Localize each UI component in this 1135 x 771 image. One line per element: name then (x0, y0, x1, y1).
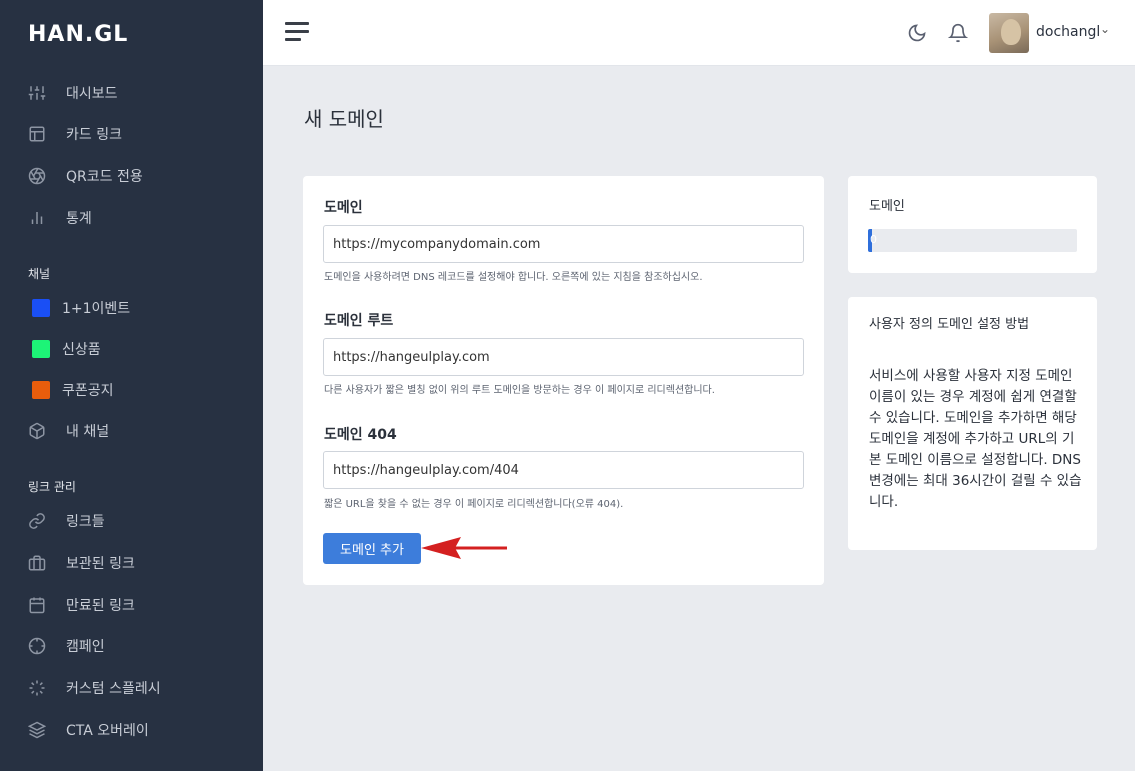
sidebar-item-campaign[interactable]: 캠페인 (28, 631, 105, 661)
domain-help-text: 도메인을 사용하려면 DNS 레코드를 설정해야 합니다. 오른쪽에 있는 지침… (324, 272, 703, 283)
channel-color-swatch (32, 381, 50, 399)
help-card-title: 사용자 정의 도메인 설정 방법 (869, 317, 1030, 332)
box-icon (28, 421, 54, 441)
progress-text: 0 (870, 233, 877, 246)
channel-color-swatch (32, 340, 50, 358)
bell-icon[interactable] (947, 23, 969, 43)
menu-toggle-icon[interactable] (285, 22, 309, 42)
sidebar-item-cta[interactable]: CTA 오버레이 (28, 715, 149, 745)
annotation-arrow-icon (421, 537, 507, 559)
section-label-links: 링크 관리 (28, 480, 76, 494)
domain-label: 도메인 (324, 200, 363, 216)
sidebar-item-splash[interactable]: 커스텀 스플레시 (28, 673, 161, 703)
sidebar-item-archived[interactable]: 보관된 링크 (28, 548, 135, 578)
add-domain-button[interactable]: 도메인 추가 (323, 533, 421, 564)
section-label-channels: 채널 (28, 267, 51, 281)
sidebar-channel-event[interactable]: 1+1이벤트 (28, 293, 130, 323)
sidebar-item-qr[interactable]: QR코드 전용 (28, 161, 143, 191)
sidebar-item-label: 1+1이벤트 (62, 301, 131, 317)
sliders-icon (28, 83, 54, 103)
page-title: 새 도메인 (304, 107, 384, 131)
sidebar-item-card-link[interactable]: 카드 링크 (28, 119, 122, 149)
domain-root-help-text: 다른 사용자가 짧은 별칭 없이 위의 루트 도메인을 방문하는 경우 이 페이… (324, 385, 715, 396)
loader-icon (28, 678, 54, 698)
domain-help-card: 사용자 정의 도메인 설정 방법 서비스에 사용할 사용자 지정 도메인 이름이… (848, 297, 1097, 550)
sidebar-item-label: 카드 링크 (66, 127, 122, 143)
sidebar-item-links[interactable]: 링크들 (28, 506, 105, 536)
domain-404-help-text: 짧은 URL을 찾을 수 없는 경우 이 페이지로 리디렉션합니다(오류 404… (324, 499, 624, 510)
sidebar-item-label: 신상품 (62, 342, 101, 358)
calendar-icon (28, 595, 54, 615)
bar-chart-icon (28, 208, 54, 228)
domain-404-input[interactable] (323, 451, 804, 489)
sidebar-item-my-channel[interactable]: 내 채널 (28, 416, 109, 446)
sidebar-item-label: 링크들 (66, 514, 105, 530)
sidebar-channel-new-product[interactable]: 신상품 (28, 334, 101, 364)
sidebar-item-label: 만료된 링크 (66, 598, 135, 614)
sidebar-item-label: 통계 (66, 211, 92, 227)
sidebar-item-label: QR코드 전용 (66, 169, 143, 185)
domain-input[interactable] (323, 225, 804, 263)
crosshair-icon (28, 636, 54, 656)
domain-404-label: 도메인 404 (324, 427, 397, 443)
brand-logo[interactable]: HAN.GL (28, 22, 128, 47)
sidebar-item-stats[interactable]: 통계 (28, 203, 92, 233)
domain-progress-bar: 0 (868, 229, 1077, 252)
new-domain-form: 도메인 도메인을 사용하려면 DNS 레코드를 설정해야 합니다. 오른쪽에 있… (303, 176, 824, 585)
domain-root-input[interactable] (323, 338, 804, 376)
sidebar-channel-coupon[interactable]: 쿠폰공지 (28, 375, 114, 405)
briefcase-icon (28, 553, 54, 573)
sidebar: HAN.GL 대시보드 카드 링크 QR코드 전용 통계 채널 1+1이벤트 신… (0, 0, 263, 771)
sidebar-item-label: 보관된 링크 (66, 556, 135, 572)
sidebar-item-label: 대시보드 (66, 86, 118, 102)
avatar[interactable] (989, 13, 1029, 53)
sidebar-item-label: 내 채널 (66, 424, 110, 440)
sidebar-item-label: 쿠폰공지 (62, 383, 114, 399)
sidebar-item-dashboard[interactable]: 대시보드 (28, 78, 118, 108)
domain-preview-card: 도메인 0 (848, 176, 1097, 273)
domain-root-label: 도메인 루트 (324, 313, 394, 329)
sidebar-item-label: CTA 오버레이 (66, 723, 149, 739)
help-card-body: 서비스에 사용할 사용자 지정 도메인 이름이 있는 경우 계정에 쉽게 연결할… (869, 368, 1082, 510)
domain-card-title: 도메인 (869, 199, 905, 214)
sidebar-item-label: 커스텀 스플레시 (66, 681, 161, 697)
sidebar-item-expired[interactable]: 만료된 링크 (28, 590, 135, 620)
aperture-icon (28, 166, 54, 186)
link-icon (28, 511, 54, 531)
user-name[interactable]: dochangl (1036, 24, 1100, 40)
chevron-down-icon[interactable]: ⌄ (1100, 22, 1110, 36)
top-header: dochangl ⌄ (263, 0, 1135, 66)
moon-icon[interactable] (907, 23, 927, 43)
layers-icon (28, 720, 54, 740)
layout-icon (28, 124, 54, 144)
channel-color-swatch (32, 299, 50, 317)
sidebar-item-label: 캠페인 (66, 639, 105, 655)
